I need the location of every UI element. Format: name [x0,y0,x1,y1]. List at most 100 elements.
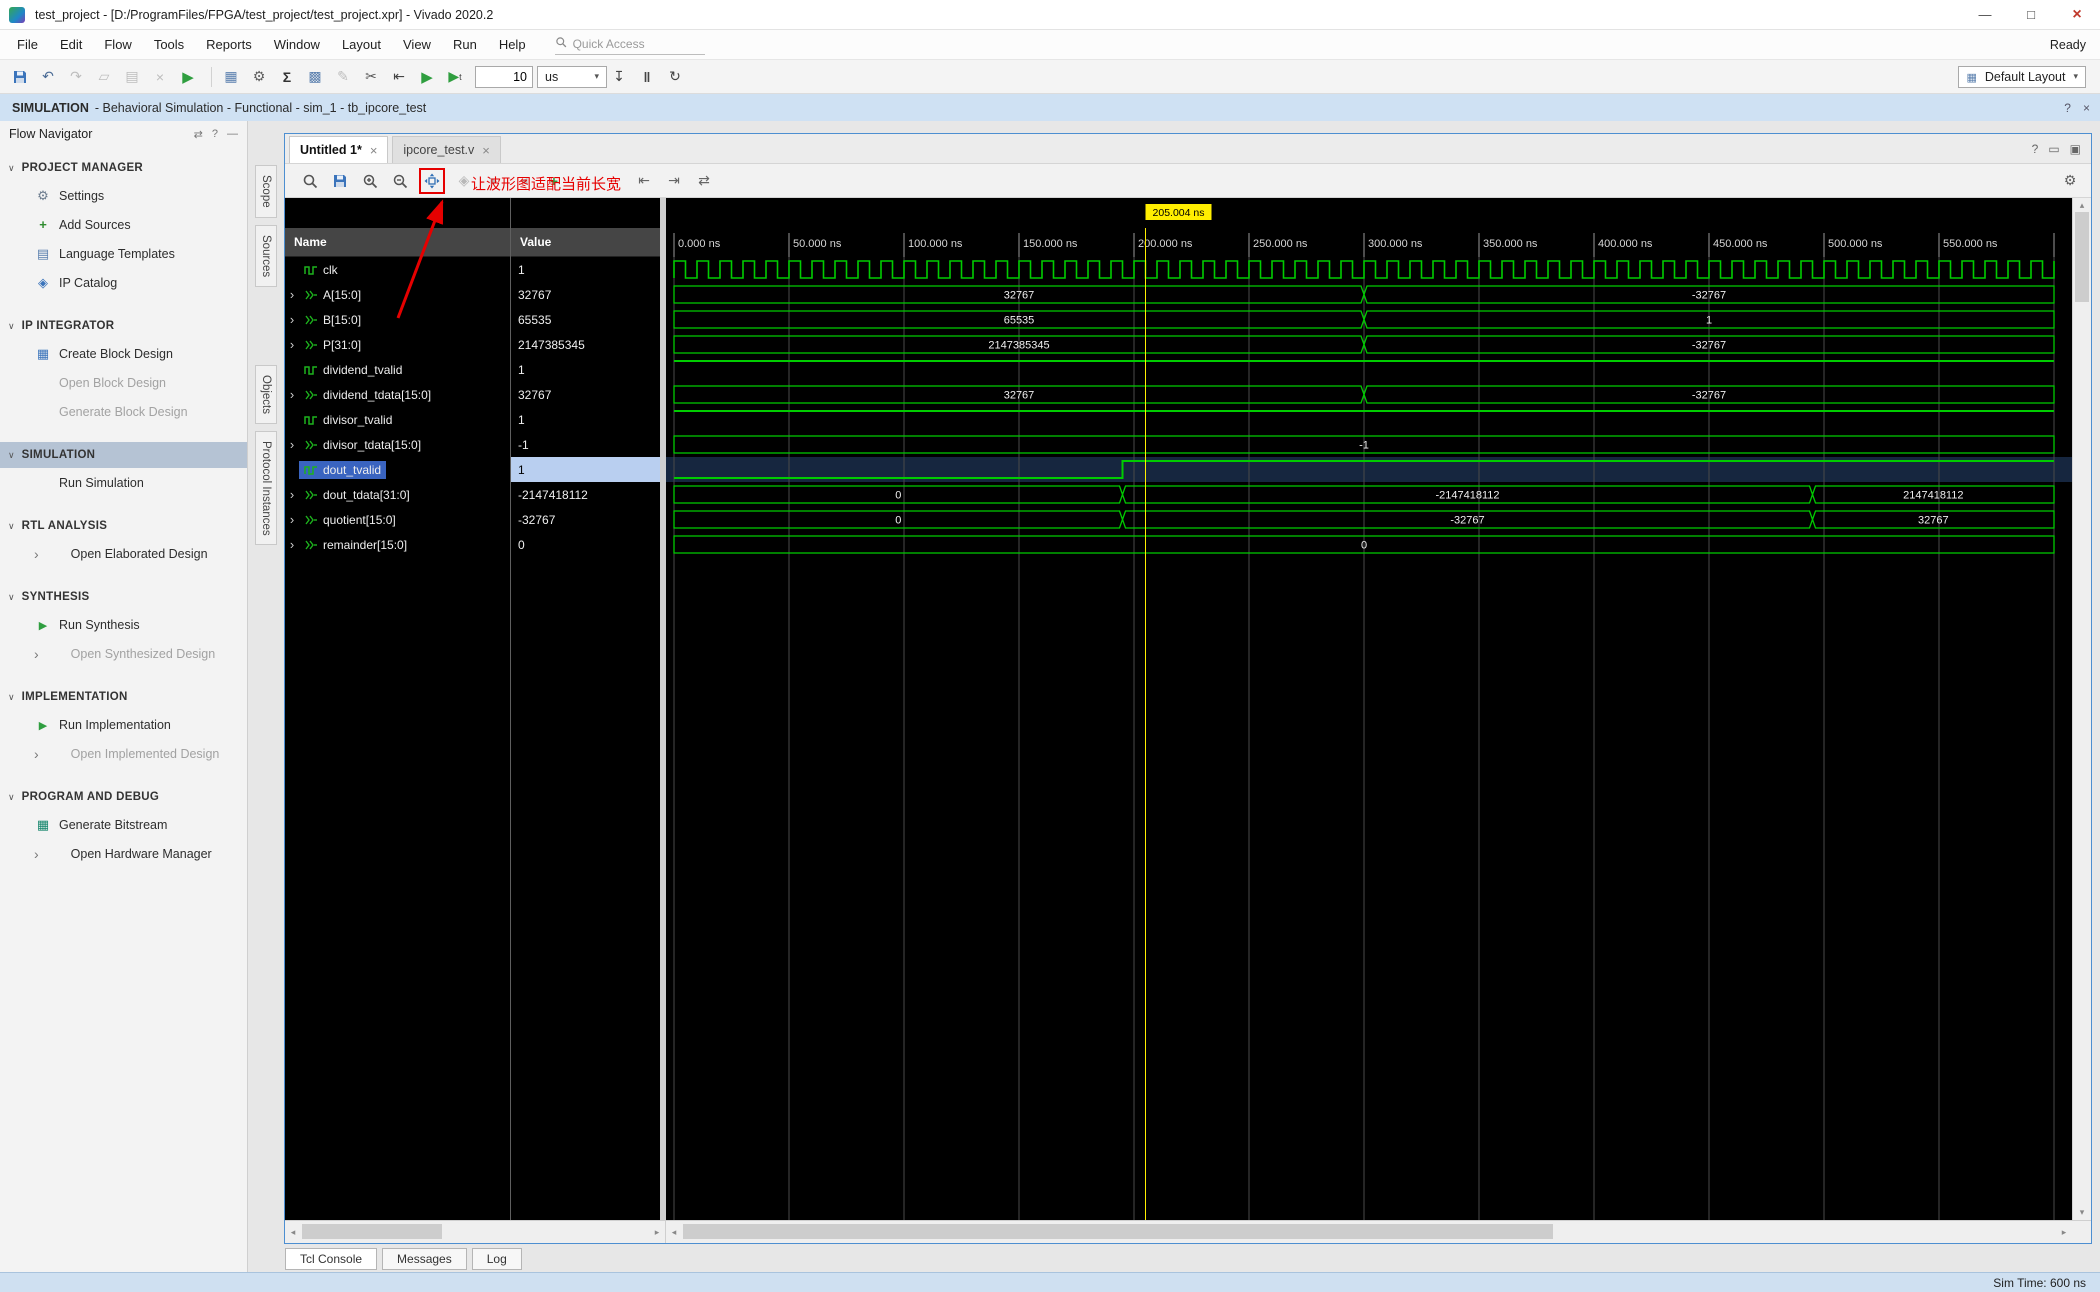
zoom-in-icon[interactable] [359,170,381,192]
close-icon[interactable]: × [2083,101,2090,115]
signal-value-divisor-tdata-15-0[interactable]: -1 [511,432,660,457]
nav-item-generate-block-design[interactable]: Generate Block Design [0,397,247,426]
quick-access-search[interactable]: Quick Access [554,34,705,55]
probes-icon[interactable]: ✂ [359,65,383,89]
side-tab-objects[interactable]: Objects [255,364,277,424]
wave-settings-gear-icon[interactable]: ⚙ [2059,170,2081,192]
scroll-left-icon[interactable]: ◂ [666,1221,682,1243]
nav-item-settings[interactable]: ⚙ Settings [0,181,247,210]
signal-row-dividend-tvalid[interactable]: dividend_tvalid [285,357,510,382]
swap-h-icon[interactable]: ⇄ [693,170,715,192]
nav-item-create-block-design[interactable]: ▦ Create Block Design [0,339,247,368]
search-icon[interactable] [299,170,321,192]
side-tab-scope[interactable]: Scope [255,165,277,218]
help-icon[interactable]: ? [2032,142,2039,156]
close-button[interactable]: × [2054,0,2100,29]
signal-row-divisor-tvalid[interactable]: divisor_tvalid [285,407,510,432]
signal-value-quotient-15-0[interactable]: -32767 [511,507,660,532]
expand-icon[interactable]: › [285,337,299,352]
tab-untitled-1[interactable]: Untitled 1* × [289,136,389,163]
scroll-up-icon[interactable]: ▴ [2073,200,2091,211]
signal-row-clk[interactable]: clk [285,257,510,282]
edit-icon[interactable]: ✎ [331,65,355,89]
copy-icon[interactable]: ▱ [92,65,116,89]
menu-run[interactable]: Run [442,37,488,52]
menu-view[interactable]: View [392,37,442,52]
pause-icon[interactable]: ‖ [635,65,659,89]
minimize-button[interactable]: — [1962,0,2008,29]
nav-item-open-synthesized-design[interactable]: › Open Synthesized Design [0,639,247,668]
bottom-tab-messages[interactable]: Messages [382,1248,467,1270]
undo-icon[interactable]: ↶ [36,65,60,89]
signal-row-b-15-0[interactable]: › B[15:0] [285,307,510,332]
signal-value-dout-tvalid[interactable]: 1 [511,457,660,482]
next-marker-icon[interactable]: ⇥ [663,170,685,192]
close-icon[interactable]: × [482,143,490,158]
expand-icon[interactable]: › [285,312,299,327]
nav-section-implementation[interactable]: ∨ IMPLEMENTATION [0,684,247,710]
signal-value-dout-tdata-31-0[interactable]: -2147418112 [511,482,660,507]
maximize-button[interactable]: □ [2008,0,2054,29]
tab-ipcore-test-v[interactable]: ipcore_test.v × [392,136,501,163]
nav-item-run-implementation[interactable]: ▶ Run Implementation [0,710,247,739]
signal-row-remainder-15-0[interactable]: › remainder[15:0] [285,532,510,557]
zoom-fit-icon[interactable] [421,170,443,192]
help-icon[interactable]: ? [2064,101,2071,115]
menu-edit[interactable]: Edit [49,37,93,52]
signal-value-b-15-0[interactable]: 65535 [511,307,660,332]
signal-value-dividend-tdata-15-0[interactable]: 32767 [511,382,660,407]
nav-item-open-block-design[interactable]: Open Block Design [0,368,247,397]
run-time-input[interactable] [475,65,533,88]
side-tab-sources[interactable]: Sources [255,224,277,287]
swap-icon[interactable]: ⇄ [194,128,203,141]
signal-row-dividend-tdata-15-0[interactable]: › dividend_tdata[15:0] [285,382,510,407]
gear-icon[interactable]: ⚙ [247,65,271,89]
dashboard-icon[interactable]: ▩ [303,65,327,89]
nav-section-project-manager[interactable]: ∨ PROJECT MANAGER [0,155,247,181]
nav-section-simulation[interactable]: ∨ SIMULATION [0,442,247,468]
minimize-icon[interactable]: — [227,128,238,141]
nav-section-ip-integrator[interactable]: ∨ IP INTEGRATOR [0,313,247,339]
scrollbar-thumb[interactable] [683,1224,1553,1239]
relaunch-icon[interactable]: ↻ [663,65,687,89]
scroll-right-icon[interactable]: ▸ [649,1221,665,1243]
nav-item-open-hardware-manager[interactable]: › Open Hardware Manager [0,839,247,868]
nav-item-run-synthesis[interactable]: ▶ Run Synthesis [0,610,247,639]
nav-item-add-sources[interactable]: + Add Sources [0,210,247,239]
signal-row-divisor-tdata-15-0[interactable]: › divisor_tdata[15:0] [285,432,510,457]
layout-select[interactable]: ▦ Default Layout ▾ [1958,65,2086,88]
signal-row-p-31-0[interactable]: › P[31:0] [285,332,510,357]
save-icon[interactable] [8,65,32,89]
maximize-window-icon[interactable]: ▣ [2070,142,2081,156]
nav-item-run-simulation[interactable]: Run Simulation [0,468,247,497]
expand-icon[interactable]: › [285,537,299,552]
signal-value-p-31-0[interactable]: 2147385345 [511,332,660,357]
value-column-header[interactable]: Value [511,228,660,257]
nav-section-synthesis[interactable]: ∨ SYNTHESIS [0,584,247,610]
side-tab-protocol-instances[interactable]: Protocol Instances [255,430,277,546]
expand-icon[interactable]: › [285,437,299,452]
layout-grid-icon[interactable]: ▦ [219,65,243,89]
menu-file[interactable]: File [6,37,49,52]
nav-section-rtl-analysis[interactable]: ∨ RTL ANALYSIS [0,513,247,539]
restart-sim-icon[interactable]: ⇤ [387,65,411,89]
scroll-down-icon[interactable]: ▾ [2073,1207,2091,1218]
vertical-scrollbar-thumb[interactable] [2075,212,2089,302]
expand-icon[interactable]: › [285,387,299,402]
help-icon[interactable]: ? [212,128,218,141]
float-window-icon[interactable]: ▭ [2048,142,2059,156]
nav-item-open-elaborated-design[interactable]: › Open Elaborated Design [0,539,247,568]
close-icon[interactable]: × [370,143,378,158]
time-unit-select[interactable]: us ▾ [537,65,607,88]
menu-layout[interactable]: Layout [331,37,392,52]
save-wave-icon[interactable] [329,170,351,192]
waveform-canvas[interactable]: 0.000 ns 50.000 ns 100.000 ns 150.000 ns 200… [666,198,2072,1220]
expand-icon[interactable]: › [285,287,299,302]
expand-icon[interactable]: › [285,487,299,502]
zoom-out-icon[interactable] [389,170,411,192]
signal-row-a-15-0[interactable]: › A[15:0] [285,282,510,307]
bottom-tab-tcl-console[interactable]: Tcl Console [285,1248,378,1270]
nav-item-ip-catalog[interactable]: ◈ IP Catalog [0,268,247,297]
menu-flow[interactable]: Flow [93,37,142,52]
signal-value-remainder-15-0[interactable]: 0 [511,532,660,557]
